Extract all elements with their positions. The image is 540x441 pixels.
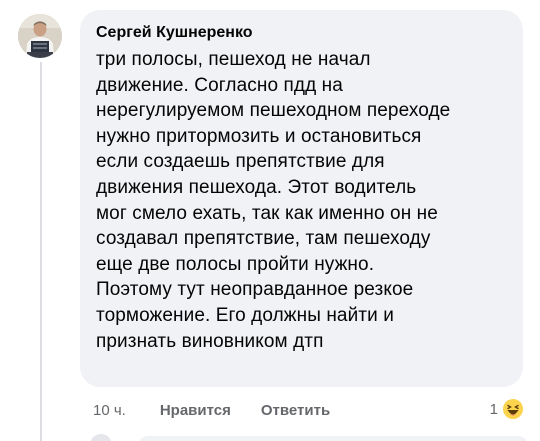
haha-emoji-icon	[502, 398, 524, 420]
comment-author-name[interactable]: Сергей Кушнеренко	[96, 23, 253, 43]
avatar[interactable]	[18, 14, 62, 58]
reaction-count: 1	[489, 400, 498, 418]
reply-input[interactable]	[138, 436, 528, 441]
comment-bubble: Сергей Кушнеренко три полосы, пешеход не…	[80, 10, 523, 387]
comment-thread: Сергей Кушнеренко три полосы, пешеход не…	[0, 0, 540, 441]
comment-timestamp[interactable]: 10 ч.	[93, 402, 126, 419]
avatar-photo-icon	[18, 14, 62, 58]
reply-button[interactable]: Ответить	[261, 402, 330, 419]
reaction-summary[interactable]: 1	[490, 396, 524, 422]
reply-avatar	[90, 434, 112, 441]
comment-text: три полосы, пешеход не начал движение. С…	[96, 49, 451, 352]
like-button[interactable]: Нравится	[160, 402, 231, 419]
comment-actions: 10 ч. Нравится Ответить	[93, 398, 360, 422]
thread-connector-line	[40, 62, 42, 441]
